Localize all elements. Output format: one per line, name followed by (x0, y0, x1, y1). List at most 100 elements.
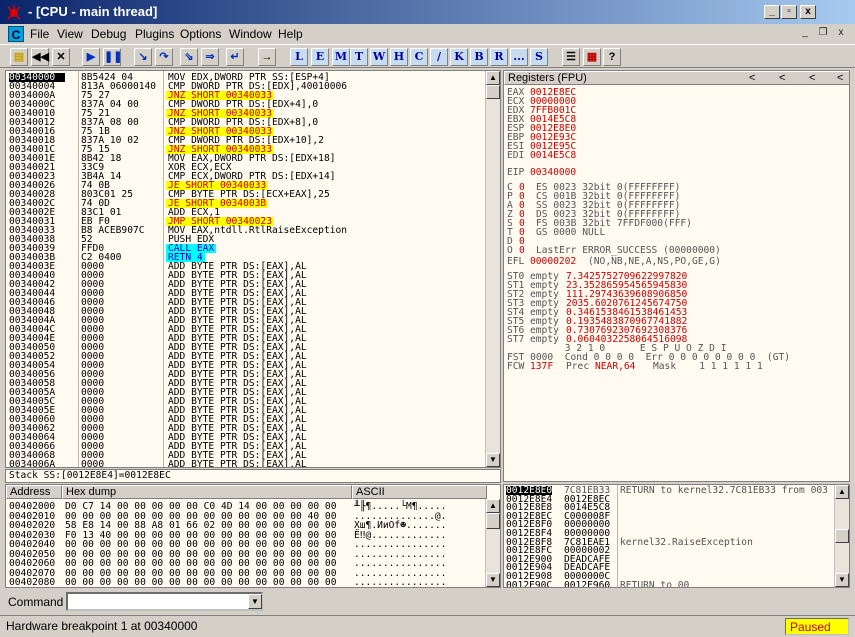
scroll-up-arrow[interactable]: ▲ (835, 485, 849, 499)
flag-row[interactable]: T 0 GS 0000 NULL (504, 228, 834, 238)
call-stack-button[interactable]: K (450, 48, 468, 66)
step-into-icon[interactable]: ↘ (134, 48, 152, 66)
register-value: 0014E5C8 (530, 150, 577, 161)
info-text: Stack SS:[0012E8E4]=0012E8EC (9, 470, 171, 481)
menu-plugins[interactable]: Plugins (135, 27, 174, 41)
references-button[interactable]: R (490, 48, 508, 66)
scroll-down-arrow[interactable]: ▼ (835, 573, 849, 587)
menu-help[interactable]: Help (278, 27, 303, 41)
register-row[interactable]: EIP 00340000 (504, 167, 834, 178)
windows-button[interactable]: W (370, 48, 388, 66)
step-over-icon[interactable]: ↷ (155, 48, 173, 66)
registers-header[interactable]: Registers (FPU) < < < < (504, 71, 849, 85)
register-row[interactable]: EDI 0014E5C8 (504, 150, 834, 161)
stack-scrollbar[interactable]: ▲ ▼ (834, 485, 849, 587)
disasm-command: ADD BYTE PTR DS:[EAX],AL (168, 459, 307, 468)
fcw-prec-label: Prec (566, 361, 590, 372)
goto-icon[interactable]: → (258, 48, 276, 66)
menu-debug[interactable]: Debug (91, 27, 126, 41)
mdi-restore-button[interactable]: ❐ (816, 27, 830, 40)
log-window-button[interactable]: L (290, 48, 308, 66)
help-icon[interactable]: ? (603, 48, 621, 66)
stack-row[interactable]: 0012E90C 0012E960 RETURN to 00 (504, 579, 834, 588)
trace-into-icon[interactable]: ⇘ (180, 48, 198, 66)
mdi-close-button[interactable]: x (834, 27, 848, 40)
dump-header-hex[interactable]: Hex dump (62, 485, 352, 499)
threads-button[interactable]: T (350, 48, 368, 66)
dump-address: 00402000 (9, 501, 56, 512)
scroll-thumb[interactable] (486, 513, 500, 529)
menu-options[interactable]: Options (180, 27, 221, 41)
dump-scrollbar[interactable]: ▲ ▼ (485, 499, 500, 587)
open-icon[interactable]: ▤ (10, 48, 28, 66)
cpu-window-icon[interactable]: C (8, 26, 24, 42)
grid-icon[interactable]: ▦ (583, 48, 601, 66)
mdi-minimize-button[interactable]: _ (798, 27, 812, 40)
dump-row[interactable]: 00402060 00 00 00 00 00 00 00 00 00 00 00… (6, 558, 486, 569)
column-divider (163, 71, 164, 467)
minimize-button[interactable]: _ (764, 5, 780, 19)
dump-row[interactable]: 00402040 00 00 00 00 00 00 00 00 00 00 00… (6, 539, 486, 550)
register-name: EIP (507, 167, 525, 178)
fcw-row[interactable]: FCW 137F Prec NEAR,64 Mask 1 1 1 1 1 1 (504, 361, 834, 372)
dump-address: 00402080 (9, 577, 56, 588)
dump-row[interactable]: 00402020 58 E8 14 00 88 A8 01 66 02 00 00… (6, 520, 486, 531)
dump-hex: 00 00 00 00 00 00 00 00 00 00 00 00 00 0… (65, 558, 337, 569)
modules-button[interactable]: E (311, 48, 329, 66)
nav-arrow[interactable]: < (779, 72, 785, 84)
run-trace-button[interactable]: ... (510, 48, 528, 66)
run-icon[interactable]: ▶ (82, 48, 100, 66)
scroll-down-arrow[interactable]: ▼ (486, 573, 500, 587)
trace-over-icon[interactable]: ⇒ (201, 48, 219, 66)
hex-dump-pane[interactable]: Address Hex dump ASCII 00402000 D0 C7 14 … (5, 484, 501, 588)
info-line: Stack SS:[0012E8E4]=0012E8EC (5, 469, 501, 483)
breakpoints-button[interactable]: B (470, 48, 488, 66)
handles-button[interactable]: H (390, 48, 408, 66)
nav-arrow[interactable]: < (837, 72, 843, 84)
nav-arrow[interactable]: < (809, 72, 815, 84)
restore-button[interactable]: ▫ (781, 5, 797, 19)
disasm-hex: 0000 (81, 459, 105, 468)
register-name: EDI (507, 150, 525, 161)
disasm-scrollbar[interactable]: ▲ ▼ (485, 71, 500, 467)
scroll-down-arrow[interactable]: ▼ (486, 453, 500, 467)
menu-bar: C File View Debug Plugins Options Window… (0, 24, 855, 44)
column-divider (78, 71, 79, 467)
command-input[interactable] (66, 592, 263, 611)
stack-value: 0012E960 (564, 579, 611, 588)
title-bar[interactable]: - [CPU - main thread] _ ▫ x (0, 0, 855, 24)
menu-file[interactable]: File (30, 27, 49, 41)
execute-till-return-icon[interactable]: ↵ (226, 48, 244, 66)
menu-view[interactable]: View (57, 27, 83, 41)
flag-row[interactable]: O 0 LastErr ERROR_SUCCESS (00000000) (504, 246, 834, 256)
source-button[interactable]: S (530, 48, 548, 66)
close-button[interactable]: x (800, 5, 816, 19)
dump-hex: 00 00 00 00 00 00 00 00 00 00 00 00 00 0… (65, 577, 337, 588)
nav-arrow[interactable]: < (749, 72, 755, 84)
stack-pane[interactable]: 0012E8E0 7C81EB33 RETURN to kernel32.7C81E… (503, 484, 850, 588)
memory-button[interactable]: M (332, 48, 350, 66)
eflags-row[interactable]: EFL 00000202 (NO,NB,NE,A,NS,PO,GE,G) (504, 257, 834, 267)
pause-icon[interactable]: ❚❚ (103, 48, 122, 66)
scroll-thumb[interactable] (835, 529, 849, 543)
dump-row[interactable]: 00402080 00 00 00 00 00 00 00 00 00 00 00… (6, 578, 486, 587)
dump-row[interactable]: 00402000 D0 C7 14 00 00 00 00 00 C0 4D 14… (6, 501, 486, 512)
patches-button[interactable]: / (430, 48, 448, 66)
status-bar: Hardware breakpoint 1 at 00340000 Paused (0, 615, 855, 637)
cpu-button[interactable]: C (410, 48, 428, 66)
dump-address: 00402040 (9, 539, 56, 550)
list-icon[interactable]: ☰ (562, 48, 580, 66)
chevron-down-icon[interactable]: ▼ (248, 594, 262, 609)
scroll-up-arrow[interactable]: ▲ (486, 499, 500, 513)
dump-ascii: Xш¶.ИиOf☻....... (354, 520, 447, 531)
scroll-thumb[interactable] (486, 85, 500, 99)
rewind-icon[interactable]: ◀◀ (31, 48, 49, 66)
close-icon[interactable]: ✕ (52, 48, 70, 66)
disassembly-pane[interactable]: 00340000 8B5424 04 MOV EDX,DWORD PTR SS:[E… (5, 70, 501, 468)
register-value: 00340000 (530, 167, 577, 178)
registers-pane[interactable]: Registers (FPU) < < < < EAX 0012E8EC ECX 00… (503, 70, 850, 482)
scroll-up-arrow[interactable]: ▲ (486, 71, 500, 85)
menu-window[interactable]: Window (229, 27, 272, 41)
dump-header-ascii[interactable]: ASCII (352, 485, 487, 499)
dump-header-address[interactable]: Address (6, 485, 62, 499)
